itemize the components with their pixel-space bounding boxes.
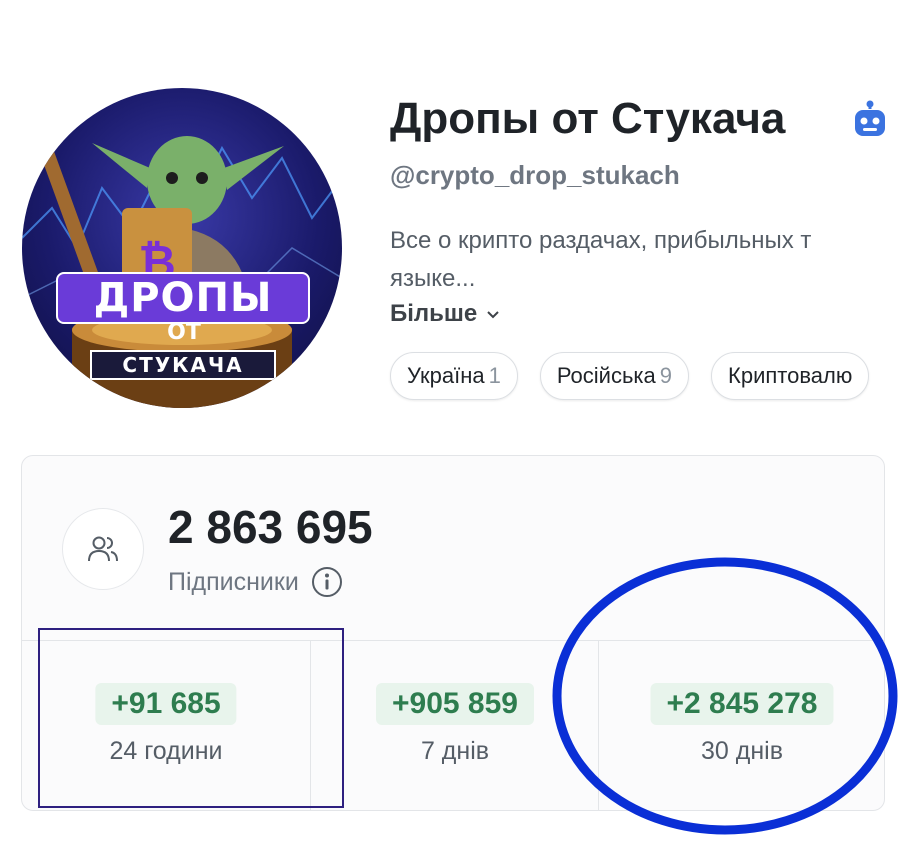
stat-24h: +91 685 24 години [22, 641, 310, 810]
period-label: 7 днів [420, 737, 490, 765]
tag-label: Криптовалю [728, 363, 853, 388]
description-line: Все о крипто раздачах, прибыльных т [390, 227, 812, 254]
description-line: языке... [390, 265, 476, 292]
avatar-title: ДРОПЫ [56, 272, 310, 324]
stat-7d: +905 859 7 днів [310, 641, 599, 810]
users-icon [88, 536, 118, 562]
channel-avatar[interactable]: ₿ ДРОПЫ ОТ СТУКАЧА [22, 88, 342, 408]
subscribers-label: Підписники [168, 567, 299, 596]
tag-category[interactable]: Криптовалю [711, 352, 870, 400]
channel-handle[interactable]: @crypto_drop_stukach [390, 160, 680, 191]
channel-description: Все о крипто раздачах, прибыльных т язык… [390, 222, 902, 298]
tag-count: 9 [659, 363, 673, 388]
subscribers-label-row: Підписники [168, 566, 343, 598]
period-label: 30 днів [701, 737, 783, 765]
avatar-middle-text: ОТ [167, 320, 201, 345]
more-button[interactable]: Більше [390, 300, 501, 328]
channel-name: Дропы от Стукача [390, 94, 786, 143]
robot-icon [855, 100, 885, 136]
stat-30d: +2 845 278 30 днів [598, 641, 885, 810]
growth-badge: +91 685 [95, 683, 237, 725]
period-label: 24 години [109, 737, 223, 765]
info-icon[interactable] [311, 566, 343, 598]
subscribers-card: 2 863 695 Підписники +91 685 24 години +… [21, 455, 885, 811]
tag-country[interactable]: Україна 1 [390, 352, 518, 400]
chevron-down-icon [487, 311, 499, 319]
growth-badge: +905 859 [376, 683, 534, 725]
tag-label: Україна [407, 363, 485, 388]
tag-label: Російська [556, 363, 656, 388]
tag-language[interactable]: Російська 9 [539, 352, 690, 400]
subscribers-count: 2 863 695 [168, 501, 373, 553]
tags-list: Україна 1 Російська 9 Криптовалю [390, 352, 870, 400]
more-label: Більше [390, 300, 478, 327]
growth-badge: +2 845 278 [650, 683, 834, 725]
avatar-subtitle: СТУКАЧА [90, 350, 276, 380]
tag-count: 1 [488, 363, 501, 388]
subscribers-icon-wrap [62, 508, 144, 590]
